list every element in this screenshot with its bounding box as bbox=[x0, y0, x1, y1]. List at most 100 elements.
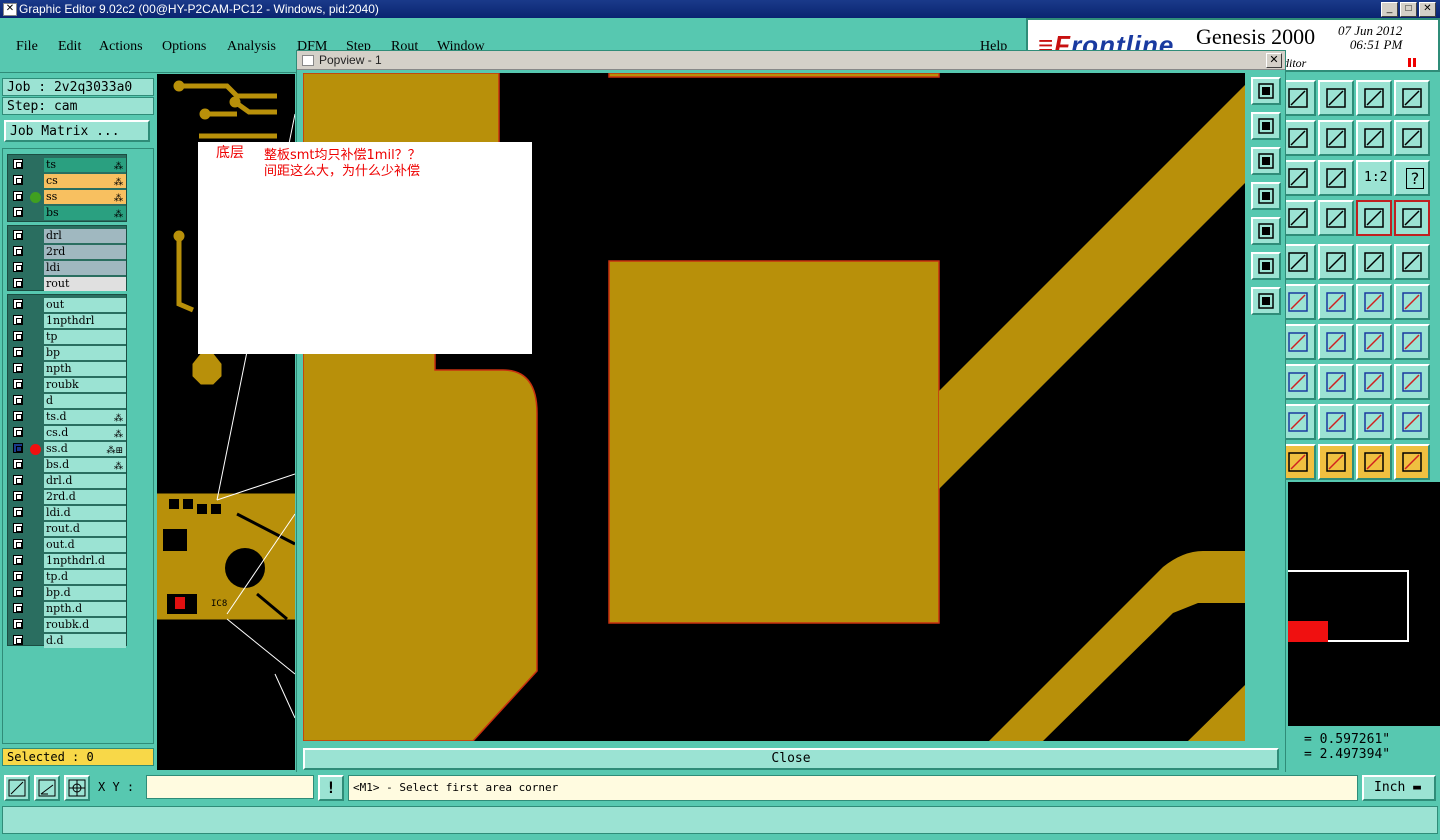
tool-button[interactable] bbox=[1394, 80, 1430, 116]
layer-checkbox[interactable] bbox=[13, 443, 23, 453]
layer-checkbox[interactable] bbox=[13, 459, 23, 469]
popview-tool-button[interactable] bbox=[1251, 252, 1281, 280]
layer-checkbox[interactable] bbox=[13, 207, 23, 217]
layer-row[interactable]: ldi.d bbox=[8, 505, 128, 521]
layer-name[interactable]: 2rd bbox=[44, 245, 126, 259]
tool-button[interactable] bbox=[1394, 120, 1430, 156]
grid-snap-icon[interactable] bbox=[64, 775, 90, 801]
layer-row[interactable]: ts ⁂ bbox=[8, 157, 128, 173]
layer-name[interactable]: ts.d ⁂ bbox=[44, 410, 126, 424]
layer-row[interactable]: bp.d bbox=[8, 585, 128, 601]
popview-tool-button[interactable] bbox=[1251, 287, 1281, 315]
layer-checkbox[interactable] bbox=[13, 571, 23, 581]
tool-button[interactable] bbox=[1356, 444, 1392, 480]
layer-name[interactable]: bp.d bbox=[44, 586, 126, 600]
layer-name[interactable]: out bbox=[44, 298, 126, 312]
layer-name[interactable]: ss.d ⁂⊞ bbox=[44, 442, 126, 456]
layer-checkbox[interactable] bbox=[13, 523, 23, 533]
layer-row[interactable]: roubk.d bbox=[8, 617, 128, 633]
popview-close-x[interactable]: ✕ bbox=[1266, 53, 1282, 68]
tool-button[interactable] bbox=[1356, 324, 1392, 360]
tool-button[interactable] bbox=[1318, 284, 1354, 320]
measure-icon[interactable] bbox=[34, 775, 60, 801]
layer-checkbox[interactable] bbox=[13, 159, 23, 169]
job-matrix-button[interactable]: Job Matrix ... bbox=[4, 120, 150, 142]
layer-checkbox[interactable] bbox=[13, 507, 23, 517]
layer-checkbox[interactable] bbox=[13, 411, 23, 421]
pause-icon[interactable] bbox=[1408, 58, 1416, 67]
minimize-button[interactable]: _ bbox=[1381, 2, 1398, 17]
layer-checkbox[interactable] bbox=[13, 347, 23, 357]
layer-row[interactable]: 2rd bbox=[8, 244, 128, 260]
layer-row[interactable]: out.d bbox=[8, 537, 128, 553]
layer-row[interactable]: ss ⁂ bbox=[8, 189, 128, 205]
layer-name[interactable]: tp bbox=[44, 330, 126, 344]
tool-button[interactable] bbox=[1394, 364, 1430, 400]
tool-button[interactable] bbox=[1318, 444, 1354, 480]
layer-checkbox[interactable] bbox=[13, 475, 23, 485]
layer-row[interactable]: out bbox=[8, 297, 128, 313]
layer-row[interactable]: 2rd.d bbox=[8, 489, 128, 505]
layer-name[interactable]: tp.d bbox=[44, 570, 126, 584]
layer-row[interactable]: cs ⁂ bbox=[8, 173, 128, 189]
popview-tool-button[interactable] bbox=[1251, 112, 1281, 140]
layer-name[interactable]: cs ⁂ bbox=[44, 174, 126, 188]
unit-selector[interactable]: Inch ▬ bbox=[1362, 775, 1436, 801]
tool-button[interactable] bbox=[1318, 200, 1354, 236]
layer-row[interactable]: npth.d bbox=[8, 601, 128, 617]
tool-button[interactable] bbox=[1356, 200, 1392, 236]
popview-tool-button[interactable] bbox=[1251, 182, 1281, 210]
tool-button[interactable] bbox=[1356, 404, 1392, 440]
layer-checkbox[interactable] bbox=[13, 363, 23, 373]
layer-name[interactable]: d.d bbox=[44, 634, 126, 648]
overview-canvas[interactable] bbox=[1288, 482, 1440, 726]
menu-file[interactable]: File bbox=[16, 39, 38, 55]
menu-edit[interactable]: Edit bbox=[58, 39, 81, 55]
layer-row[interactable]: ts.d ⁂ bbox=[8, 409, 128, 425]
tool-button[interactable] bbox=[1356, 364, 1392, 400]
menu-actions[interactable]: Actions bbox=[99, 39, 143, 55]
tool-button[interactable] bbox=[1318, 80, 1354, 116]
tool-button[interactable] bbox=[1394, 284, 1430, 320]
layer-name[interactable]: 1npthdrl bbox=[44, 314, 126, 328]
tool-button[interactable] bbox=[1356, 80, 1392, 116]
tool-button[interactable]: 1:2 bbox=[1356, 160, 1392, 196]
layer-name[interactable]: out.d bbox=[44, 538, 126, 552]
tool-button[interactable] bbox=[1356, 244, 1392, 280]
layer-checkbox[interactable] bbox=[13, 635, 23, 645]
layer-name[interactable]: roubk.d bbox=[44, 618, 126, 632]
tool-button[interactable] bbox=[1394, 200, 1430, 236]
tool-button[interactable] bbox=[1318, 244, 1354, 280]
tool-button[interactable] bbox=[1318, 120, 1354, 156]
layer-checkbox[interactable] bbox=[13, 619, 23, 629]
tool-button[interactable] bbox=[1394, 324, 1430, 360]
layer-checkbox[interactable] bbox=[13, 587, 23, 597]
tool-button[interactable] bbox=[1318, 324, 1354, 360]
layer-row[interactable]: bs.d ⁂ bbox=[8, 457, 128, 473]
layer-row[interactable]: 1npthdrl bbox=[8, 313, 128, 329]
tool-button[interactable] bbox=[1318, 160, 1354, 196]
tool-button[interactable] bbox=[1394, 444, 1430, 480]
layer-row[interactable]: rout.d bbox=[8, 521, 128, 537]
layer-name[interactable]: bp bbox=[44, 346, 126, 360]
layer-name[interactable]: 1npthdrl.d bbox=[44, 554, 126, 568]
layer-row[interactable]: bp bbox=[8, 345, 128, 361]
layer-checkbox[interactable] bbox=[13, 539, 23, 549]
layer-row[interactable]: 1npthdrl.d bbox=[8, 553, 128, 569]
layer-name[interactable]: ldi bbox=[44, 261, 126, 275]
layer-name[interactable]: ldi.d bbox=[44, 506, 126, 520]
layer-name[interactable]: roubk bbox=[44, 378, 126, 392]
layer-row[interactable]: npth bbox=[8, 361, 128, 377]
exclamation-button[interactable]: ! bbox=[318, 775, 344, 801]
maximize-button[interactable]: □ bbox=[1400, 2, 1417, 17]
popview-tool-button[interactable] bbox=[1251, 217, 1281, 245]
layer-checkbox[interactable] bbox=[13, 555, 23, 565]
layer-checkbox[interactable] bbox=[13, 379, 23, 389]
layer-checkbox[interactable] bbox=[13, 246, 23, 256]
tool-button[interactable]: ? bbox=[1394, 160, 1430, 196]
layer-checkbox[interactable] bbox=[13, 191, 23, 201]
tool-button[interactable] bbox=[1318, 364, 1354, 400]
layer-row[interactable]: ss.d ⁂⊞ bbox=[8, 441, 128, 457]
layer-checkbox[interactable] bbox=[13, 427, 23, 437]
popview-tool-button[interactable] bbox=[1251, 147, 1281, 175]
